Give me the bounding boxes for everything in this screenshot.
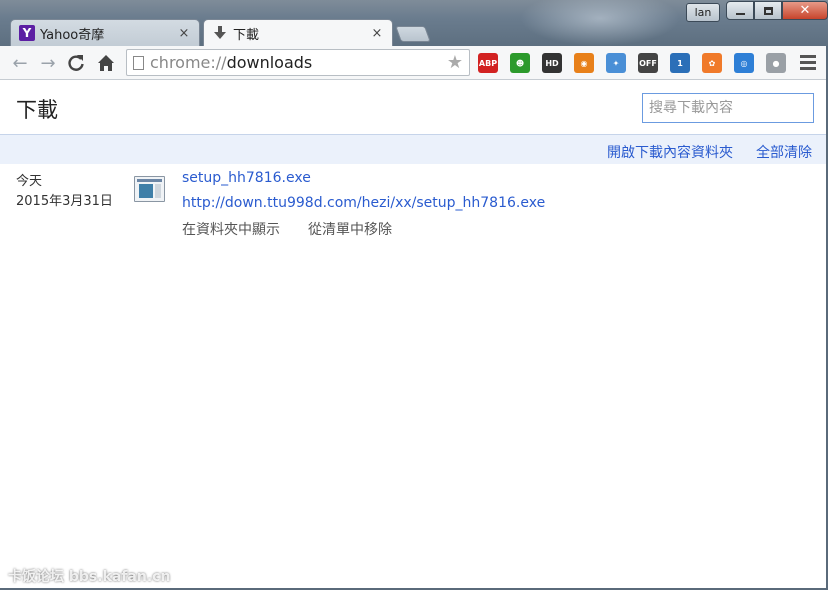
- maximize-button[interactable]: [754, 1, 782, 20]
- new-tab-button[interactable]: [395, 26, 431, 42]
- tab-downloads[interactable]: 下載 ×: [203, 19, 393, 46]
- open-downloads-folder-link[interactable]: 開啟下載內容資料夾: [607, 142, 733, 162]
- profile-button[interactable]: lan: [686, 3, 720, 22]
- close-window-button[interactable]: ✕: [782, 1, 828, 20]
- home-icon: [98, 55, 114, 71]
- page-title: 下載: [16, 98, 58, 122]
- tab-title: 下載: [233, 27, 260, 43]
- download-source-url-link[interactable]: http://down.ttu998d.com/hezi/xx/setup_hh…: [182, 195, 545, 211]
- tab-yahoo[interactable]: Y Yahoo奇摩 ×: [10, 19, 200, 46]
- download-arrow-svg: [214, 26, 226, 39]
- green-face-icon[interactable]: ☻: [510, 53, 530, 73]
- chrome-menu-icon[interactable]: [800, 55, 816, 73]
- home-button[interactable]: [94, 51, 118, 75]
- exe-file-icon: [134, 176, 165, 202]
- title-bar-glow: [520, 0, 680, 46]
- maximize-icon: [763, 6, 773, 15]
- address-bar[interactable]: chrome:// downloads ★: [126, 49, 470, 76]
- off-toggle-icon[interactable]: OFF: [638, 53, 658, 73]
- page-icon: [133, 55, 144, 70]
- download-arrow-icon: [212, 25, 228, 41]
- download-file-name-link[interactable]: setup_hh7816.exe: [182, 170, 311, 186]
- back-button[interactable]: ←: [8, 51, 32, 75]
- watermark: 卡饭论坛 bbs.kafan.cn: [8, 569, 171, 585]
- bird-icon[interactable]: ✦: [606, 53, 626, 73]
- close-tab-icon[interactable]: ×: [370, 26, 384, 41]
- search-downloads-input[interactable]: [642, 93, 814, 123]
- orange-circle-icon[interactable]: ◉: [574, 53, 594, 73]
- download-date: 今天 2015年3月31日: [16, 172, 113, 212]
- menu-line: [800, 61, 816, 64]
- downloads-page: 下載 開啟下載內容資料夾 全部清除 今天 2015年3月31日 setup_hh…: [0, 80, 826, 588]
- page-header: 下載: [0, 80, 826, 134]
- date-relative: 今天: [16, 174, 43, 189]
- file-icon-pane: [155, 184, 161, 198]
- yahoo-icon: Y: [19, 25, 35, 41]
- url-host: downloads: [226, 53, 313, 72]
- remove-from-list-link[interactable]: 從清單中移除: [308, 219, 392, 239]
- window-controls: ✕: [726, 1, 828, 21]
- badge-notify-icon[interactable]: 1: [670, 53, 690, 73]
- minimize-icon: [735, 12, 745, 15]
- forward-button[interactable]: →: [36, 51, 60, 75]
- close-tab-icon[interactable]: ×: [177, 26, 191, 41]
- date-absolute: 2015年3月31日: [16, 194, 113, 209]
- file-icon-titlebar: [137, 179, 162, 182]
- tab-title: Yahoo奇摩: [40, 27, 105, 43]
- reload-button[interactable]: [64, 51, 88, 75]
- adblock-plus-icon[interactable]: ABP: [478, 53, 498, 73]
- menu-line: [800, 67, 816, 70]
- clear-all-link[interactable]: 全部清除: [756, 142, 812, 162]
- browser-toolbar: ← → chrome:// downloads ★ ABP ☻ HD ◉ ✦ OFF 1 ✿ ◎…: [0, 46, 828, 80]
- swirl-icon[interactable]: ◎: [734, 53, 754, 73]
- minimize-button[interactable]: [726, 1, 754, 20]
- url-scheme: chrome://: [150, 53, 227, 72]
- hd-icon[interactable]: HD: [542, 53, 562, 73]
- grey-shield-icon[interactable]: ●: [766, 53, 786, 73]
- file-icon-pane: [139, 184, 153, 198]
- downloads-actions-bar: 開啟下載內容資料夾 全部清除: [0, 134, 826, 164]
- show-in-folder-link[interactable]: 在資料夾中顯示: [182, 219, 280, 239]
- menu-line: [800, 55, 816, 58]
- download-item: 今天 2015年3月31日 setup_hh7816.exe http://do…: [0, 164, 826, 244]
- dots-cluster-icon[interactable]: ✿: [702, 53, 722, 73]
- reload-icon: [68, 55, 84, 71]
- bookmark-star-icon[interactable]: ★: [447, 52, 463, 73]
